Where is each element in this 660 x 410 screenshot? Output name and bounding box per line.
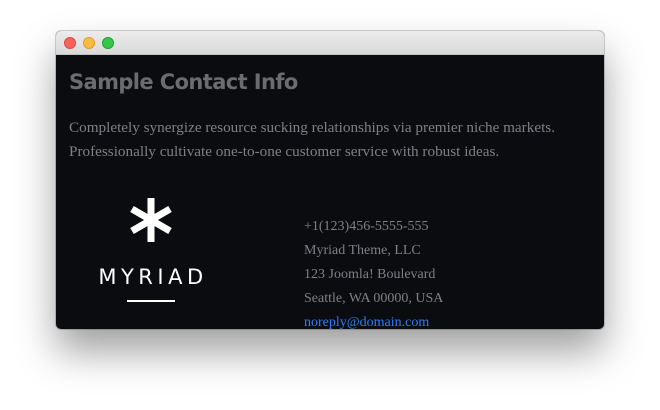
contact-module: Sample Contact Info Completely synergize…	[56, 55, 604, 329]
contact-email-link[interactable]: noreply@domain.com	[304, 315, 429, 329]
window-titlebar[interactable]	[56, 31, 604, 55]
description-text: Completely synergize resource sucking re…	[69, 119, 555, 160]
myriad-logo: MYRIAD	[86, 197, 216, 307]
contact-details: +1(123)456-5555-555 Myriad Theme, LLC 12…	[304, 215, 443, 329]
zoom-icon[interactable]	[102, 37, 114, 49]
page-title: Sample Contact Info	[69, 70, 298, 94]
logo-wordmark: MYRIAD	[98, 265, 208, 289]
minimize-icon[interactable]	[83, 37, 95, 49]
contact-city: Seattle, WA 00000, USA	[304, 291, 444, 306]
close-icon[interactable]	[64, 37, 76, 49]
logo-underline	[127, 300, 175, 302]
contact-street: 123 Joomla! Boulevard	[304, 267, 436, 282]
contact-company: Myriad Theme, LLC	[304, 243, 421, 258]
asterisk-icon	[130, 198, 172, 242]
contact-phone: +1(123)456-5555-555	[304, 219, 429, 234]
app-window: Sample Contact Info Completely synergize…	[56, 31, 604, 329]
